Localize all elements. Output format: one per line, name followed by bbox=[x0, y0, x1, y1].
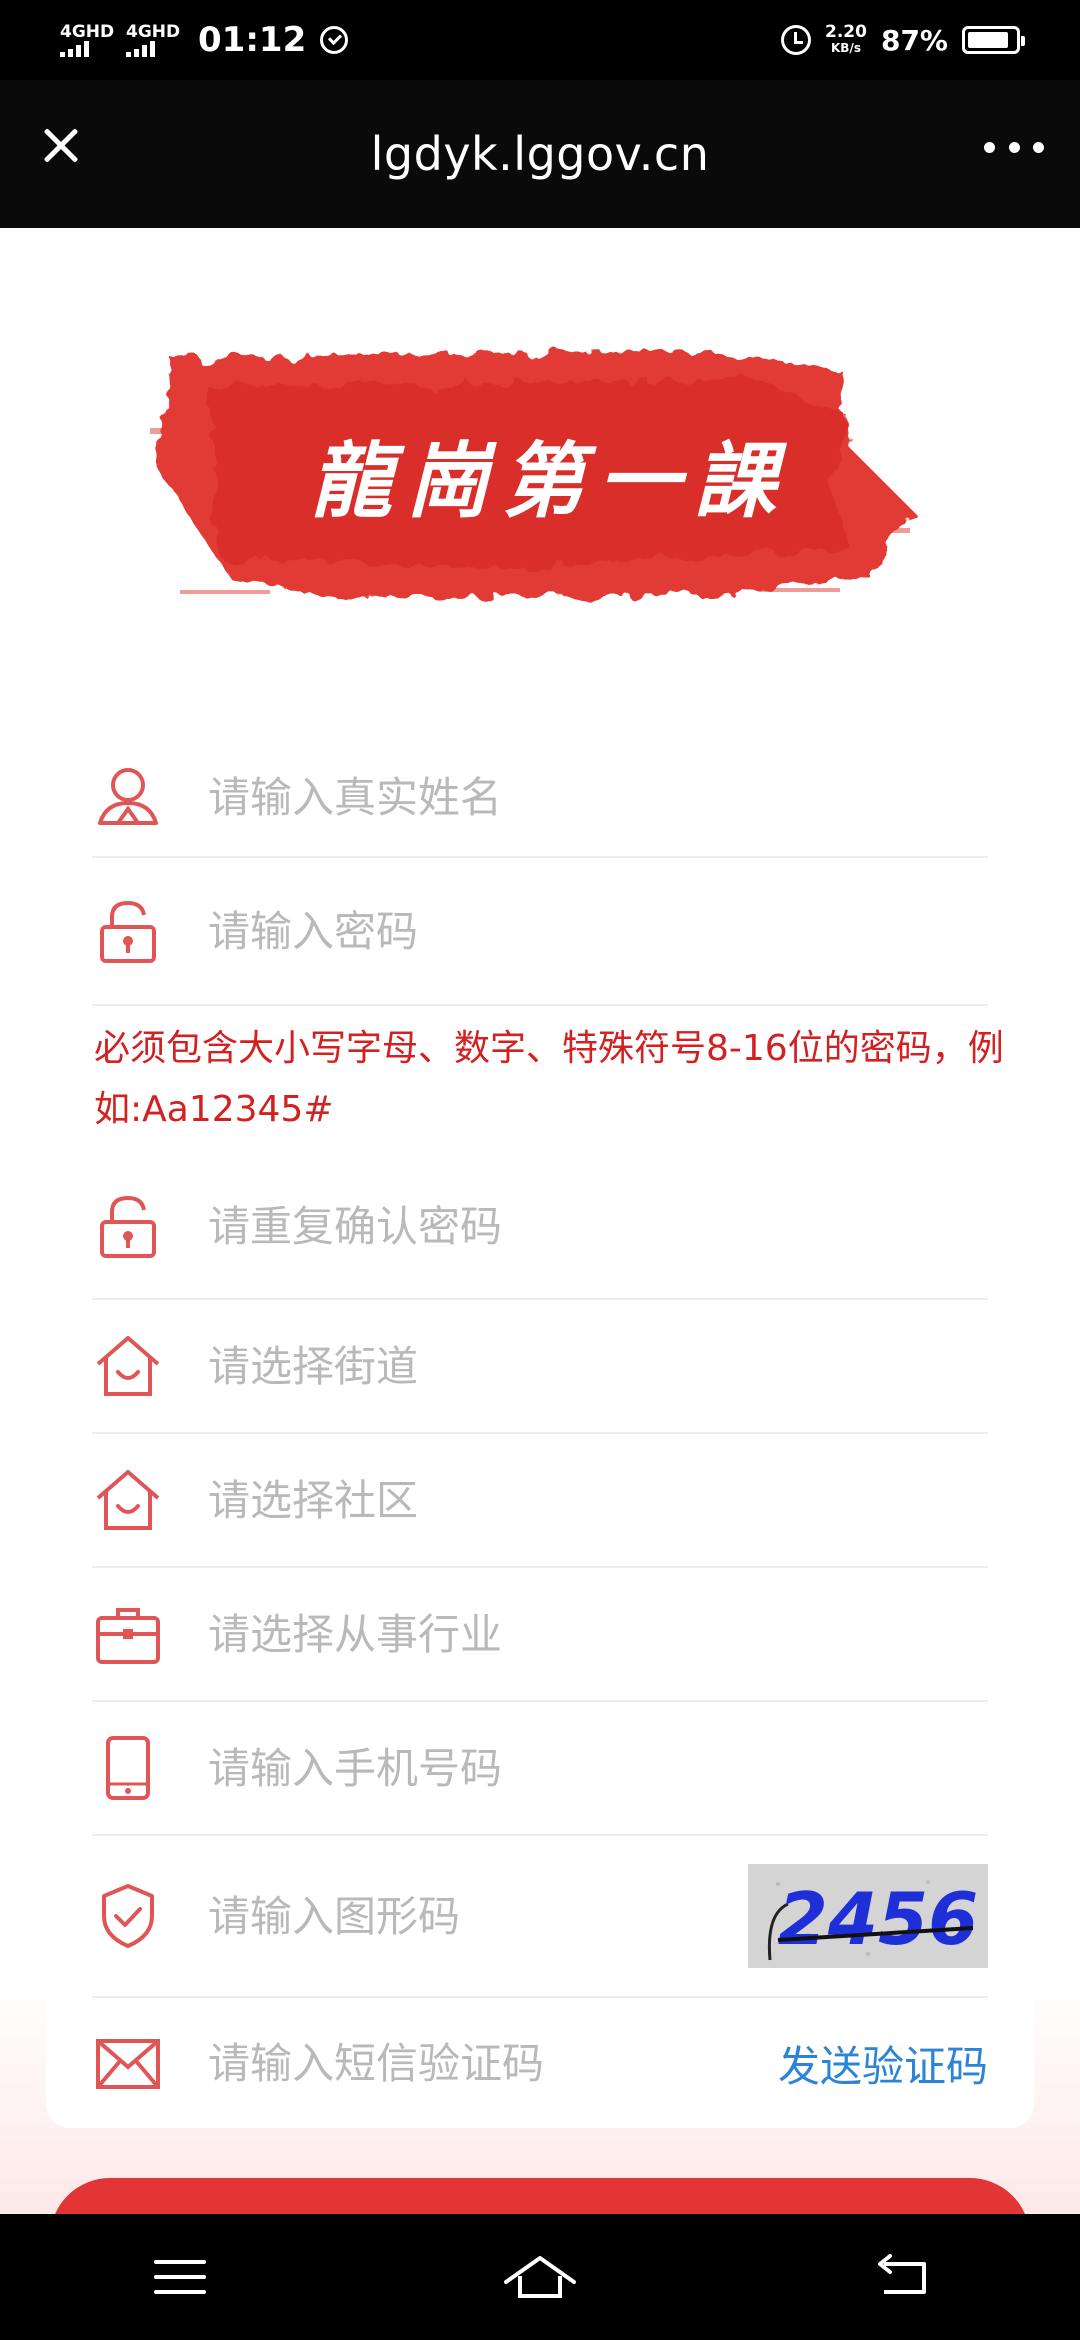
system-nav-bar bbox=[0, 2214, 1080, 2340]
confirm-password-row bbox=[92, 1154, 988, 1300]
password-hint: 必须包含大小写字母、数字、特殊符号8-16位的密码，例如:Aa12345# bbox=[94, 1028, 1004, 1130]
house-icon bbox=[96, 1336, 160, 1396]
confirm-password-input[interactable] bbox=[208, 1191, 768, 1261]
logo-text: 龍崗第一課 bbox=[310, 433, 790, 529]
registration-page: 龍崗第一課 请输入真实姓名 必须包含大小写字母、数字、特殊符号8-16位的密码，… bbox=[0, 228, 1080, 2298]
sms-code-input[interactable] bbox=[208, 2028, 708, 2098]
captcha-row: 2456 bbox=[92, 1836, 988, 1998]
captcha-input[interactable] bbox=[208, 1881, 508, 1951]
lock-icon bbox=[100, 900, 156, 963]
status-right: 2.20 KB/s 87% bbox=[781, 23, 1025, 57]
house-icon bbox=[96, 1470, 160, 1530]
status-time: 01:12 bbox=[198, 20, 307, 60]
mail-icon bbox=[96, 2039, 160, 2089]
signal-1: 4GHD bbox=[60, 22, 115, 57]
alarm-icon bbox=[781, 25, 812, 55]
status-bar: 4GHD 4GHD 01:12 2.20 KB/s 87% bbox=[0, 0, 1080, 80]
menu-icon bbox=[154, 2260, 206, 2294]
browser-title-bar: lgdyk.lggov.cn bbox=[0, 80, 1080, 228]
password-row bbox=[92, 858, 988, 1006]
status-left: 4GHD 4GHD 01:12 bbox=[60, 20, 349, 60]
screen: 4GHD 4GHD 01:12 2.20 KB/s 87% lgdyk.lggo bbox=[0, 0, 1080, 2340]
page-url-title: lgdyk.lggov.cn bbox=[370, 127, 710, 181]
close-icon[interactable] bbox=[36, 120, 86, 170]
street-row[interactable] bbox=[92, 1300, 988, 1434]
real-name-input[interactable] bbox=[208, 762, 768, 832]
registration-form: 必须包含大小写字母、数字、特殊符号8-16位的密码，例如:Aa12345# bbox=[46, 698, 1034, 2128]
user-icon bbox=[98, 768, 158, 825]
signal-bars-icon bbox=[126, 41, 155, 57]
captcha-image[interactable]: 2456 bbox=[748, 1864, 988, 1968]
phone-row bbox=[92, 1702, 988, 1836]
battery-icon bbox=[962, 26, 1025, 54]
network-label-1: 4GHD bbox=[60, 22, 115, 42]
home-icon bbox=[504, 2256, 576, 2298]
network-speed-unit: KB/s bbox=[831, 41, 861, 55]
battery-fill bbox=[968, 32, 1009, 48]
industry-row[interactable] bbox=[92, 1568, 988, 1702]
logo-banner: 龍崗第一課 bbox=[150, 350, 910, 598]
captcha-graphic: 2456 bbox=[748, 1864, 988, 1968]
home-nav-button[interactable] bbox=[480, 2214, 600, 2340]
lock-icon bbox=[100, 1195, 156, 1258]
briefcase-icon bbox=[96, 1608, 160, 1664]
signal-bars-icon bbox=[60, 41, 89, 57]
community-select[interactable] bbox=[208, 1465, 768, 1535]
send-code-button[interactable]: 发送验证码 bbox=[778, 2033, 988, 2094]
signal-2: 4GHD bbox=[126, 22, 181, 57]
captcha-code: 2456 bbox=[778, 1877, 978, 1961]
phone-input[interactable] bbox=[208, 1733, 768, 1803]
data-saver-icon bbox=[320, 26, 349, 54]
phone-icon bbox=[106, 1736, 150, 1800]
more-icon[interactable] bbox=[984, 132, 1044, 162]
shield-icon bbox=[102, 1884, 154, 1948]
sms-code-row: 发送验证码 bbox=[92, 1998, 988, 2128]
password-input[interactable] bbox=[208, 896, 768, 966]
industry-select[interactable] bbox=[208, 1599, 768, 1669]
name-row bbox=[92, 738, 988, 858]
street-select[interactable] bbox=[208, 1331, 768, 1401]
community-row[interactable] bbox=[92, 1434, 988, 1568]
network-label-2: 4GHD bbox=[126, 22, 181, 42]
back-icon bbox=[878, 2254, 926, 2294]
network-speed: 2.20 KB/s bbox=[825, 24, 867, 56]
back-nav-button[interactable] bbox=[840, 2214, 960, 2340]
menu-nav-button[interactable] bbox=[120, 2214, 240, 2340]
network-speed-value: 2.20 bbox=[825, 22, 867, 42]
battery-percent: 87% bbox=[880, 23, 948, 57]
